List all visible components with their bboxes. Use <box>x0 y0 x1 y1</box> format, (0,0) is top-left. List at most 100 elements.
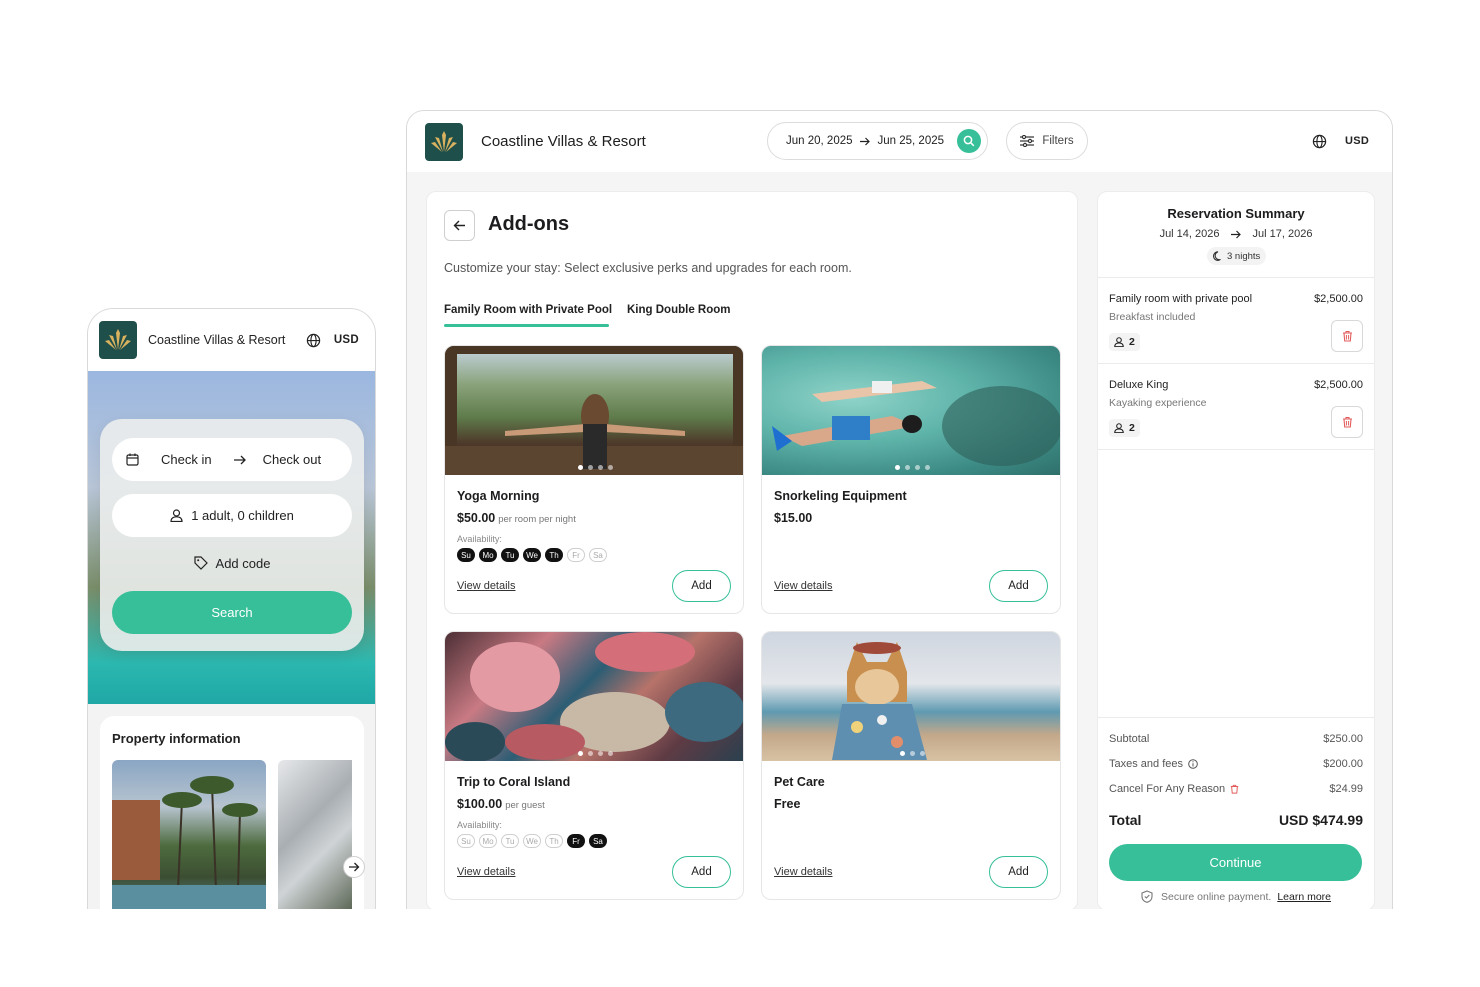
shield-check-icon <box>1141 890 1153 903</box>
user-icon <box>1114 423 1124 433</box>
view-details-link[interactable]: View details <box>457 866 516 878</box>
add-code-link[interactable]: Add code <box>100 552 364 574</box>
add-button[interactable]: Add <box>672 856 731 888</box>
property-photo-2[interactable] <box>278 760 352 909</box>
carousel-dot[interactable] <box>587 465 593 470</box>
addon-price: $15.00 <box>774 511 812 525</box>
date-range-picker[interactable]: Jun 20, 2025 Jun 25, 2025 <box>767 122 988 160</box>
resort-logo[interactable] <box>99 321 137 359</box>
filters-button[interactable]: Filters <box>1006 122 1088 160</box>
property-photo-1[interactable] <box>112 760 266 909</box>
resort-logo[interactable] <box>425 122 463 161</box>
summary-divider <box>1098 277 1374 278</box>
date-to: Jun 25, 2025 <box>877 135 945 147</box>
carousel-dot[interactable] <box>587 751 593 756</box>
trash-icon[interactable] <box>1230 784 1239 794</box>
day-chip-sa: Sa <box>589 548 607 562</box>
globe-icon[interactable] <box>306 333 321 348</box>
secure-payment-note: Secure online payment. Learn more <box>1098 890 1374 903</box>
delete-item-button[interactable] <box>1331 320 1363 352</box>
carousel-dot[interactable] <box>577 465 583 470</box>
summary-title: Reservation Summary <box>1167 206 1305 221</box>
arrow-right-icon <box>1230 230 1241 238</box>
desktop-currency[interactable]: USD <box>1345 135 1369 147</box>
carousel-dot[interactable] <box>914 465 920 470</box>
summary-date-to: Jul 17, 2026 <box>1252 228 1313 240</box>
carousel-dot[interactable] <box>899 751 905 756</box>
view-details-link[interactable]: View details <box>457 580 516 592</box>
availability-days: Su Mo Tu We Th Fr Sa <box>457 834 607 848</box>
view-details-link[interactable]: View details <box>774 866 833 878</box>
total-value: USD $474.99 <box>1278 812 1363 828</box>
total-row: Total USD $474.99 <box>1109 812 1363 828</box>
day-chip-tu: Tu <box>501 548 519 562</box>
info-icon[interactable] <box>1188 759 1198 769</box>
addon-card-pet-care: Pet Care Free View details Add <box>761 631 1061 900</box>
calendar-icon <box>126 453 139 466</box>
summary-item-sub: Kayaking experience <box>1109 397 1207 409</box>
day-chip-fr: Fr <box>567 834 585 848</box>
carousel-dot[interactable] <box>597 751 603 756</box>
mobile-currency[interactable]: USD <box>334 334 359 346</box>
day-chip-su: Su <box>457 548 475 562</box>
addon-card-coral-island: Trip to Coral Island $100.00 per guest Av… <box>444 631 744 900</box>
continue-button[interactable]: Continue <box>1109 844 1362 881</box>
user-icon <box>1114 337 1124 347</box>
palm-trees-illustration <box>112 776 266 909</box>
sliders-icon <box>1020 135 1035 147</box>
active-tab-indicator <box>444 324 609 327</box>
carousel-dot[interactable] <box>894 465 900 470</box>
carousel-dot[interactable] <box>904 465 910 470</box>
agave-logo-icon <box>431 130 457 152</box>
mobile-header: Coastline Villas & Resort USD <box>88 309 375 371</box>
cancel-row: Cancel For Any Reason $24.99 <box>1109 783 1363 795</box>
carousel-dot[interactable] <box>577 751 583 756</box>
filters-label: Filters <box>1042 135 1074 147</box>
summary-divider <box>1098 449 1374 450</box>
page-title: Add-ons <box>488 213 570 235</box>
nights-label: 3 nights <box>1227 250 1261 262</box>
date-picker[interactable]: Check in Check out <box>112 438 352 481</box>
booking-widget: Check in Check out 1 adult, 0 children A… <box>100 419 364 651</box>
summary-item-sub: Breakfast included <box>1109 311 1196 323</box>
learn-more-link[interactable]: Learn more <box>1277 891 1331 903</box>
user-icon <box>170 509 183 522</box>
summary-dates: Jul 14, 2026 Jul 17, 2026 <box>1098 228 1374 240</box>
add-button[interactable]: Add <box>989 856 1048 888</box>
property-info-section: Property information <box>100 716 365 909</box>
gallery-next-button[interactable] <box>343 856 365 878</box>
carousel-dot[interactable] <box>607 465 613 470</box>
addon-image-yoga[interactable] <box>445 346 743 475</box>
carousel-dot[interactable] <box>597 465 603 470</box>
summary-item-name: Family room with private pool <box>1109 293 1253 305</box>
add-button[interactable]: Add <box>989 570 1048 602</box>
summary-date-from: Jul 14, 2026 <box>1159 228 1220 240</box>
carousel-dot[interactable] <box>607 751 613 756</box>
search-button[interactable] <box>957 129 981 153</box>
tab-king-double[interactable]: King Double Room <box>627 304 731 316</box>
guests-selector[interactable]: 1 adult, 0 children <box>112 494 352 537</box>
addon-image-coral[interactable] <box>445 632 743 761</box>
addon-price-value: $15.00 <box>774 511 813 525</box>
add-button[interactable]: Add <box>672 570 731 602</box>
carousel-dot[interactable] <box>909 751 915 756</box>
carousel-dot[interactable] <box>924 465 930 470</box>
addon-price: $100.00 per guest <box>457 797 545 811</box>
addon-image-pet[interactable] <box>762 632 1060 761</box>
tag-icon <box>193 556 208 570</box>
carousel-dot[interactable] <box>919 751 925 756</box>
delete-item-button[interactable] <box>1331 406 1363 438</box>
globe-icon[interactable] <box>1312 134 1327 149</box>
addon-price-unit: per guest <box>505 800 545 811</box>
check-out-label: Check out <box>262 452 322 467</box>
addon-image-snorkeling[interactable] <box>762 346 1060 475</box>
search-button[interactable]: Search <box>112 591 352 634</box>
back-button[interactable] <box>444 210 475 241</box>
desktop-title: Coastline Villas & Resort <box>481 133 646 150</box>
addon-name: Snorkeling Equipment <box>774 489 907 503</box>
secure-label: Secure online payment. <box>1160 890 1272 903</box>
tab-family-room[interactable]: Family Room with Private Pool <box>444 304 612 316</box>
arrow-right-icon <box>348 862 359 872</box>
view-details-link[interactable]: View details <box>774 580 833 592</box>
addon-price: $50.00 per room per night <box>457 511 576 525</box>
